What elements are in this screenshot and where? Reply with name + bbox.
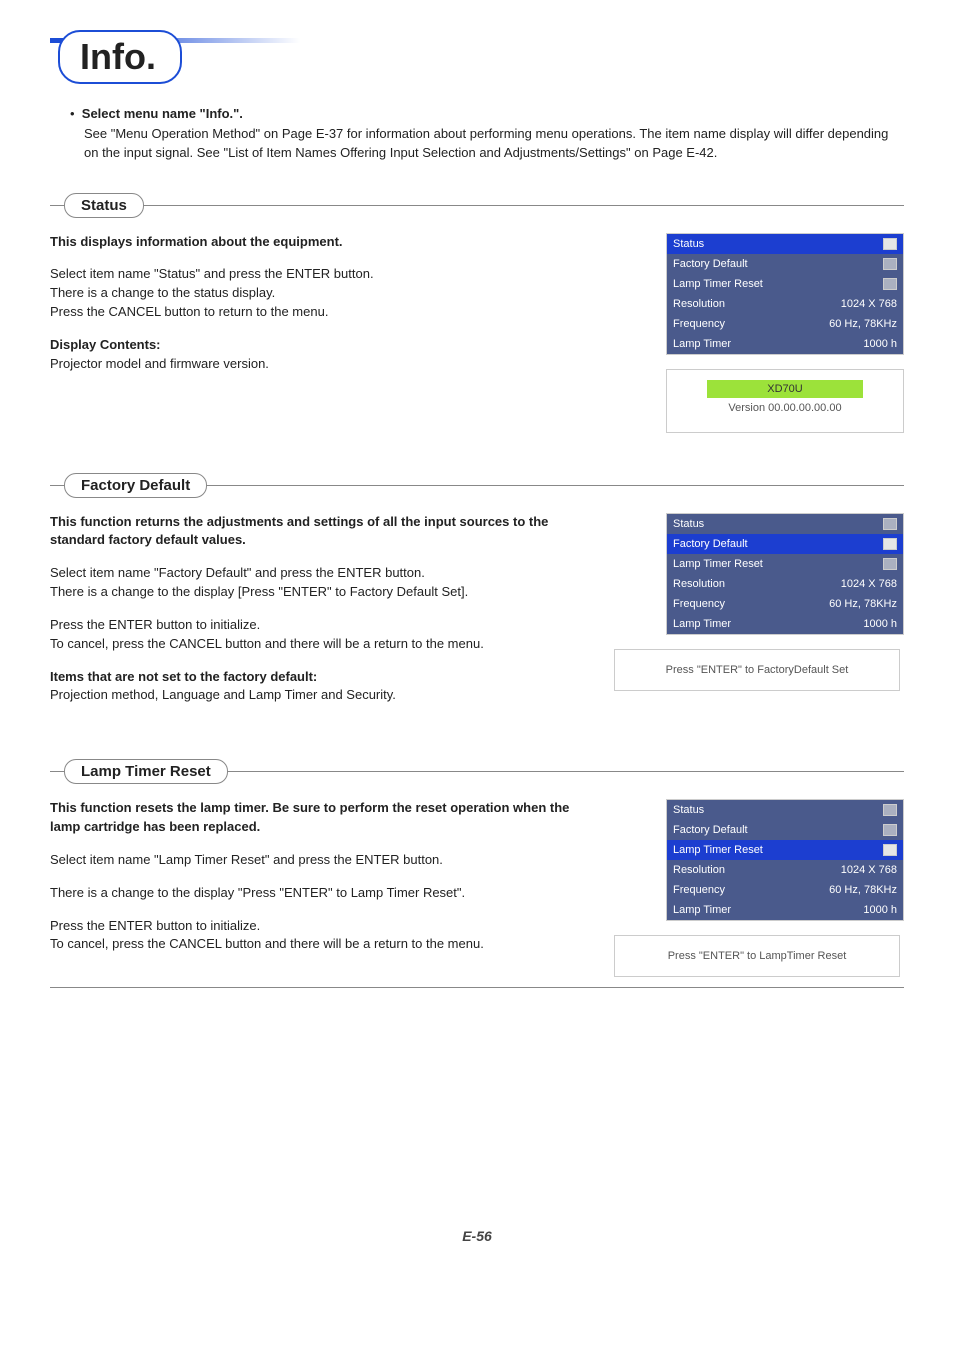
menu-row-resolution: Resolution1024 X 768 (667, 574, 903, 594)
menu-row-factory[interactable]: Factory Default (667, 254, 903, 274)
menu-row-lamp-timer: Lamp Timer1000 h (667, 614, 903, 634)
intro-body: See "Menu Operation Method" on Page E-37… (84, 124, 904, 163)
menu-panel-factory: Status Factory Default Lamp Timer Reset … (666, 513, 904, 635)
enter-icon (883, 518, 897, 530)
enter-icon (883, 278, 897, 290)
menu-row-resolution: Resolution1024 X 768 (667, 294, 903, 314)
lamp-dialog: Press "ENTER" to LampTimer Reset (614, 935, 900, 977)
factory-p3-body: Projection method, Language and Lamp Tim… (50, 687, 396, 702)
menu-row-lamp-reset[interactable]: Lamp Timer Reset (667, 840, 903, 860)
status-right: Status Factory Default Lamp Timer Reset … (614, 233, 904, 433)
section-lamp: Lamp Timer Reset This function resets th… (50, 759, 904, 988)
model-badge: XD70U (707, 380, 862, 398)
lamp-dialog-text: Press "ENTER" to LampTimer Reset (668, 950, 847, 962)
menu-row-factory[interactable]: Factory Default (667, 820, 903, 840)
menu-row-factory[interactable]: Factory Default (667, 534, 903, 554)
menu-row-status[interactable]: Status (667, 234, 903, 254)
enter-icon (883, 238, 897, 250)
status-p2: Display Contents: Projector model and fir… (50, 336, 594, 374)
factory-right: Status Factory Default Lamp Timer Reset … (614, 513, 904, 691)
menu-row-frequency: Frequency60 Hz, 78KHz (667, 594, 903, 614)
status-p2-bold: Display Contents: (50, 337, 161, 352)
lamp-p2: There is a change to the display "Press … (50, 884, 594, 903)
page-number: E-56 (50, 1228, 904, 1244)
firmware-version: Version 00.00.00.00.00 (728, 402, 841, 414)
lamp-right: Status Factory Default Lamp Timer Reset … (614, 799, 904, 977)
menu-row-resolution: Resolution1024 X 768 (667, 860, 903, 880)
factory-dialog-text: Press "ENTER" to FactoryDefault Set (666, 664, 849, 676)
intro-bold: Select menu name "Info.". (82, 106, 243, 121)
page: Info. • Select menu name "Info.". See "M… (0, 0, 954, 1284)
lamp-text: This function resets the lamp timer. Be … (50, 799, 614, 968)
section-title-factory: Factory Default (64, 473, 207, 498)
enter-icon (883, 824, 897, 836)
factory-text: This function returns the adjustments an… (50, 513, 614, 720)
enter-icon (883, 538, 897, 550)
menu-row-lamp-reset[interactable]: Lamp Timer Reset (667, 554, 903, 574)
enter-icon (883, 258, 897, 270)
menu-row-frequency: Frequency60 Hz, 78KHz (667, 314, 903, 334)
factory-dialog: Press "ENTER" to FactoryDefault Set (614, 649, 900, 691)
factory-p2: Press the ENTER button to initialize. To… (50, 616, 594, 654)
enter-icon (883, 844, 897, 856)
page-title-box: Info. (58, 30, 182, 84)
section-header: Lamp Timer Reset (50, 759, 904, 787)
intro-bullet: • Select menu name "Info.". See "Menu Op… (70, 104, 904, 163)
page-title-wrap: Info. (50, 30, 904, 84)
factory-p3-bold: Items that are not set to the factory de… (50, 669, 317, 684)
factory-p3: Items that are not set to the factory de… (50, 668, 594, 706)
status-text: This displays information about the equi… (50, 233, 614, 388)
factory-p1: Select item name "Factory Default" and p… (50, 564, 594, 602)
menu-row-lamp-timer: Lamp Timer1000 h (667, 900, 903, 920)
status-dialog: XD70U Version 00.00.00.00.00 (666, 369, 904, 433)
lamp-lead: This function resets the lamp timer. Be … (50, 799, 594, 837)
page-title: Info. (80, 36, 156, 77)
section-header: Status (50, 193, 904, 221)
menu-row-status[interactable]: Status (667, 514, 903, 534)
section-title-lamp: Lamp Timer Reset (64, 759, 228, 784)
section-status: Status This displays information about t… (50, 193, 904, 433)
menu-row-lamp-reset[interactable]: Lamp Timer Reset (667, 274, 903, 294)
status-lead: This displays information about the equi… (50, 233, 594, 252)
factory-lead: This function returns the adjustments an… (50, 513, 594, 551)
section-header: Factory Default (50, 473, 904, 501)
enter-icon (883, 804, 897, 816)
menu-row-lamp-timer: Lamp Timer1000 h (667, 334, 903, 354)
status-p1: Select item name "Status" and press the … (50, 265, 594, 322)
section-title-status: Status (64, 193, 144, 218)
status-p2-body: Projector model and firmware version. (50, 356, 269, 371)
lamp-p1: Select item name "Lamp Timer Reset" and … (50, 851, 594, 870)
section-factory: Factory Default This function returns th… (50, 473, 904, 720)
enter-icon (883, 558, 897, 570)
lamp-p3: Press the ENTER button to initialize. To… (50, 917, 594, 955)
menu-row-status[interactable]: Status (667, 800, 903, 820)
section-rule (50, 987, 904, 988)
menu-panel-status: Status Factory Default Lamp Timer Reset … (666, 233, 904, 355)
menu-panel-lamp: Status Factory Default Lamp Timer Reset … (666, 799, 904, 921)
menu-row-frequency: Frequency60 Hz, 78KHz (667, 880, 903, 900)
